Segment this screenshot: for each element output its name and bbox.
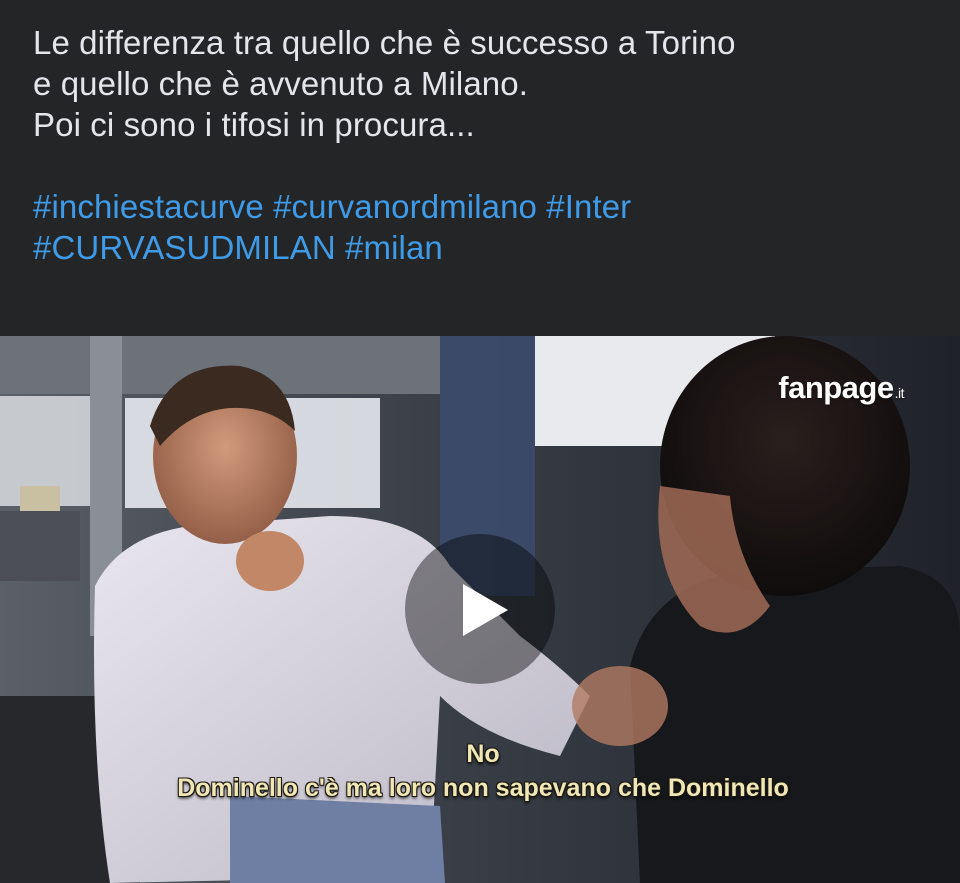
- post-text-line: Poi ci sono i tifosi in procura...: [33, 106, 475, 143]
- hashtag-inchiestacurve[interactable]: #inchiestacurve: [33, 188, 264, 225]
- watermark-tld: .it: [894, 385, 905, 401]
- hashtag-milan[interactable]: #milan: [345, 229, 443, 266]
- hashtag-curvanordmilano[interactable]: #curvanordmilano: [273, 188, 537, 225]
- video-subtitle: No: [466, 740, 500, 768]
- post-text-line: Le differenza tra quello che è successo …: [33, 24, 736, 61]
- watermark-brand: fanpage: [778, 370, 894, 405]
- hashtag-row: #inchiestacurve #curvanordmilano #Inter: [33, 186, 933, 227]
- fanpage-watermark: fanpage.it: [778, 370, 904, 406]
- post-message: Le differenza tra quello che è successo …: [33, 22, 933, 268]
- play-button[interactable]: [405, 534, 555, 684]
- video-subtitle: Dominello c'è ma loro non sapevano che D…: [177, 774, 789, 802]
- video-player[interactable]: fanpage.it No Dominello c'è ma loro non …: [0, 336, 960, 883]
- play-icon: [463, 584, 508, 636]
- hashtag-row: #CURVASUDMILAN #milan: [33, 227, 933, 268]
- hashtag-inter[interactable]: #Inter: [546, 188, 631, 225]
- post-text-line: e quello che è avvenuto a Milano.: [33, 65, 528, 102]
- hashtag-curvasudmilan[interactable]: #CURVASUDMILAN: [33, 229, 336, 266]
